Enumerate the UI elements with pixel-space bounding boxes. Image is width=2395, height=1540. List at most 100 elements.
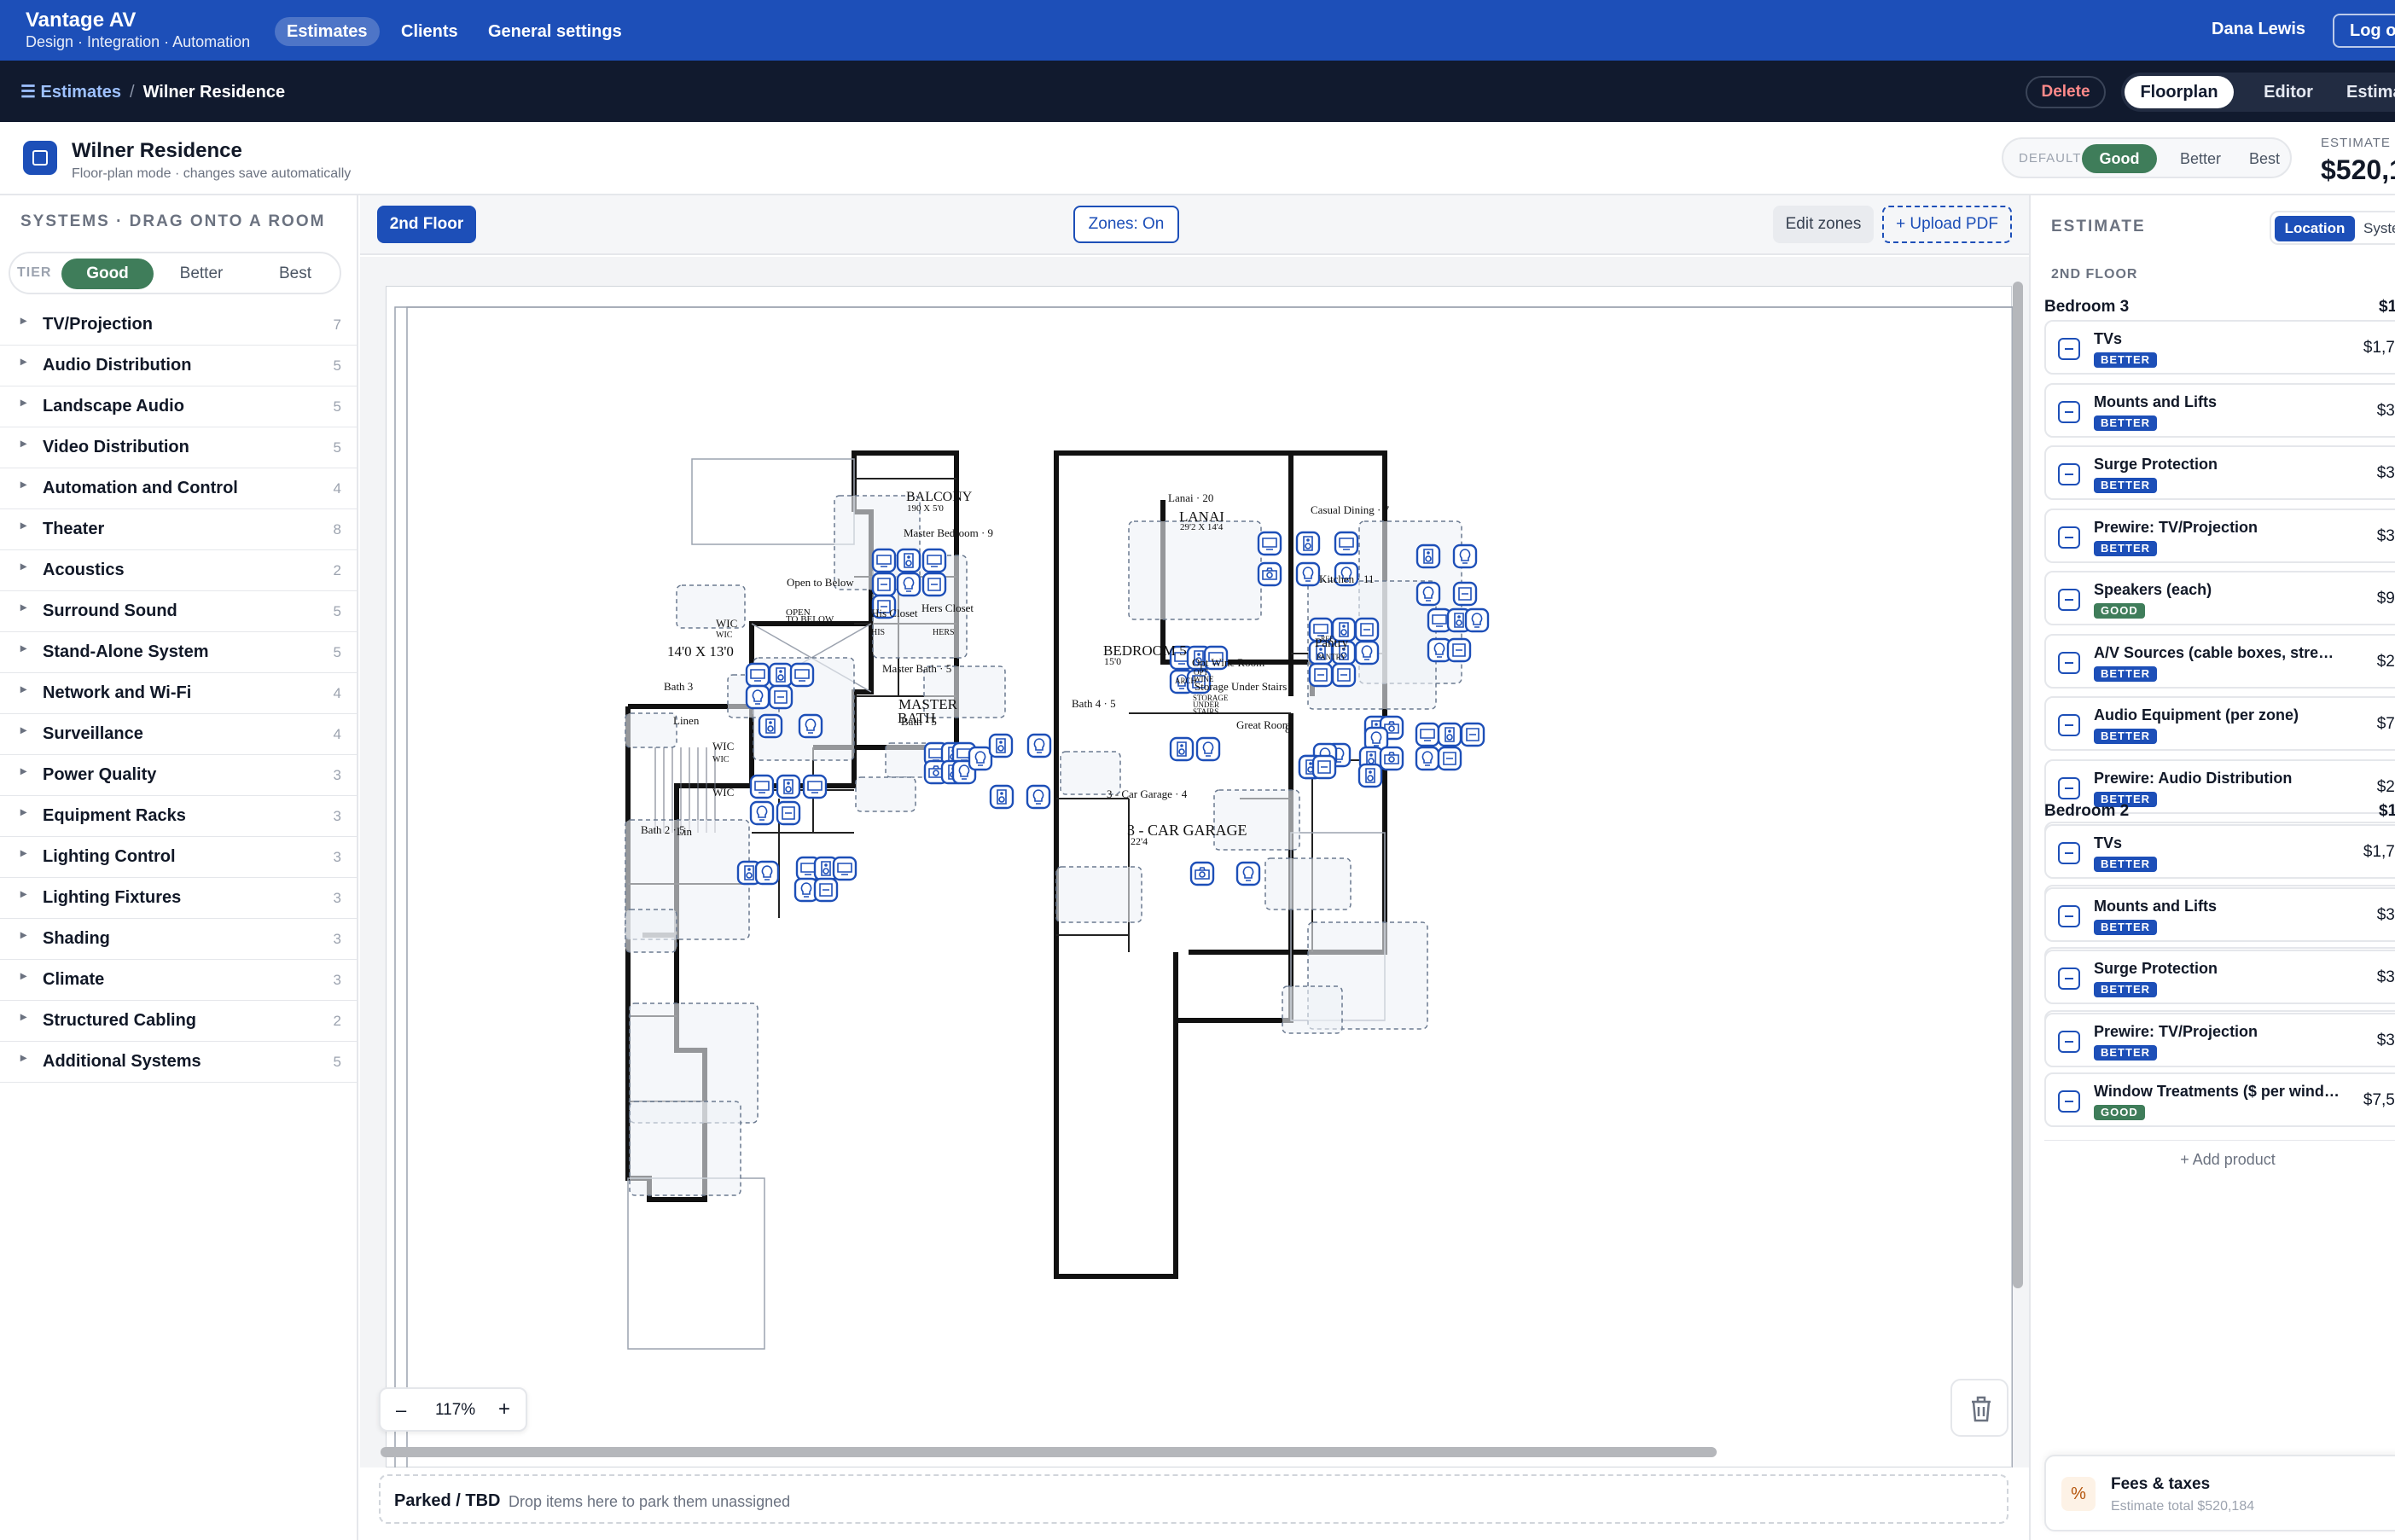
system-item[interactable]: ▸ Climate 3 [0,960,357,1001]
system-item[interactable]: ▸ Network and Wi-Fi 4 [0,673,357,714]
trash-button[interactable] [1950,1379,2008,1437]
estimate-line-item[interactable]: TVs BETTER $1,750 [2044,320,2395,375]
control-panel-icon[interactable] [1354,617,1380,642]
room-header[interactable]: Bedroom 3 $15,220 [2044,298,2395,317]
lightbulb-icon[interactable] [1415,746,1440,771]
logout-button[interactable]: Log out [2333,14,2395,48]
estimate-line-item[interactable]: Surge Protection BETTER $375 [2044,950,2395,1004]
estimate-line-item[interactable]: Mounts and Lifts BETTER $300 [2044,382,2395,438]
control-panel-icon[interactable] [1446,637,1472,663]
control-panel-icon[interactable] [813,877,839,903]
lightbulb-icon[interactable] [1464,607,1490,633]
lightbulb-icon[interactable] [968,746,993,771]
estimate-line-item[interactable]: Surge Protection BETTER $375 [2044,445,2395,500]
estimate-line-item[interactable]: TVs BETTER $1,750 [2044,824,2395,879]
system-item[interactable]: ▸ Lighting Control 3 [0,837,357,878]
system-item[interactable]: ▸ TV/Projection 7 [0,305,357,346]
default-tier-better[interactable]: Better [2162,144,2239,173]
speaker-icon[interactable] [768,662,793,688]
parked-dropzone[interactable]: Parked / TBD Drop items here to park the… [379,1474,2008,1524]
add-product-button[interactable]: + Add product [2044,1140,2395,1177]
tier-best[interactable]: Best [249,259,341,289]
camera-icon[interactable] [1189,861,1215,886]
tv-icon[interactable] [871,548,897,573]
system-item[interactable]: ▸ Surveillance 4 [0,714,357,755]
system-item[interactable]: ▸ Surround Sound 5 [0,591,357,632]
edit-zones-button[interactable]: Edit zones [1773,206,1874,243]
system-item[interactable]: ▸ Acoustics 2 [0,550,357,591]
default-tier-best[interactable]: Best [2239,144,2290,173]
room-zone[interactable] [1128,520,1262,620]
nav-general-settings[interactable]: General settings [476,17,634,46]
system-item[interactable]: ▸ Power Quality 3 [0,755,357,796]
tab-floorplan[interactable]: Floorplan [2125,76,2234,108]
system-item[interactable]: ▸ Structured Cabling 2 [0,1001,357,1042]
zoom-in-button[interactable]: + [498,1398,510,1421]
lightbulb-icon[interactable] [1235,861,1261,886]
speaker-icon[interactable] [1357,763,1383,788]
upload-pdf-button[interactable]: + Upload PDF [1882,206,2012,243]
camera-icon[interactable] [1379,746,1404,771]
lightbulb-icon[interactable] [798,713,823,739]
tv-icon[interactable] [921,548,947,573]
control-panel-icon[interactable] [1460,722,1485,747]
zoom-out-button[interactable]: – [396,1399,406,1421]
lightbulb-icon[interactable] [1026,733,1052,758]
system-item[interactable]: ▸ Equipment Racks 3 [0,796,357,837]
control-panel-icon[interactable] [776,800,801,826]
room-zone[interactable] [1213,789,1300,851]
room-zone[interactable] [855,776,916,812]
lightbulb-icon[interactable] [1452,543,1478,569]
tab-location[interactable]: Location [2275,216,2355,241]
room-zone[interactable] [629,1101,741,1196]
nav-estimates[interactable]: Estimates [275,17,380,46]
breadcrumb-root[interactable]: ☰ Estimates [20,83,121,102]
lightbulb-icon[interactable] [1415,581,1441,607]
speaker-icon[interactable] [1437,722,1462,747]
fees-card[interactable]: % Fees & taxes Estimate total $520,184 [2044,1455,2395,1531]
tier-better[interactable]: Better [155,259,247,289]
tv-icon[interactable] [1257,531,1282,556]
estimate-line-item[interactable]: Window Treatments ($ per window) GOOD $7,5… [2044,1072,2395,1127]
tv-icon[interactable] [832,856,857,881]
room-zone[interactable] [1282,985,1343,1034]
estimate-line-item[interactable]: Prewire: TV/Projection BETTER $350 [2044,508,2395,563]
speaker-icon[interactable] [896,548,921,573]
lightbulb-icon[interactable] [745,684,770,710]
default-tier-good[interactable]: Good [2082,144,2157,173]
system-item[interactable]: ▸ Additional Systems 5 [0,1042,357,1083]
control-panel-icon[interactable] [1437,746,1462,771]
system-item[interactable]: ▸ Video Distribution 5 [0,427,357,468]
nav-clients[interactable]: Clients [389,17,470,46]
control-panel-icon[interactable] [1308,662,1334,688]
lightbulb-icon[interactable] [1026,784,1051,810]
control-panel-icon[interactable] [921,572,947,597]
lightbulb-icon[interactable] [1295,561,1321,587]
speaker-icon[interactable] [989,784,1014,810]
speaker-icon[interactable] [1169,736,1195,762]
control-panel-icon[interactable] [1452,581,1478,607]
delete-button[interactable]: Delete [2026,76,2106,108]
system-item[interactable]: ▸ Lighting Fixtures 3 [0,878,357,919]
control-panel-icon[interactable] [1331,662,1357,688]
tv-icon[interactable] [789,662,815,688]
system-item[interactable]: ▸ Shading 3 [0,919,357,960]
speaker-icon[interactable] [988,733,1014,758]
room-zone[interactable] [625,712,677,748]
estimate-line-item[interactable]: A/V Sources (cable boxes, streamers) BETT… [2044,633,2395,689]
lightbulb-icon[interactable] [1354,640,1380,665]
tv-icon[interactable] [1334,531,1359,556]
lightbulb-icon[interactable] [896,572,921,597]
room-header[interactable]: Bedroom 2 $15,220 [2044,802,2395,821]
system-item[interactable]: ▸ Stand-Alone System 5 [0,632,357,673]
floorplan-sheet[interactable]: BALCONY 190 X 5'0 Open to Below OPEN TO BELO… [386,286,2013,1467]
speaker-icon[interactable] [758,713,783,739]
tv-icon[interactable] [802,774,828,799]
room-zone[interactable] [625,909,677,953]
lightbulb-icon[interactable] [1195,736,1221,762]
room-zone[interactable] [1055,866,1142,923]
estimate-line-item[interactable]: Prewire: TV/Projection BETTER $350 [2044,1012,2395,1067]
tv-icon[interactable] [749,774,775,799]
control-panel-icon[interactable] [768,684,793,710]
room-zone[interactable] [1264,857,1352,910]
